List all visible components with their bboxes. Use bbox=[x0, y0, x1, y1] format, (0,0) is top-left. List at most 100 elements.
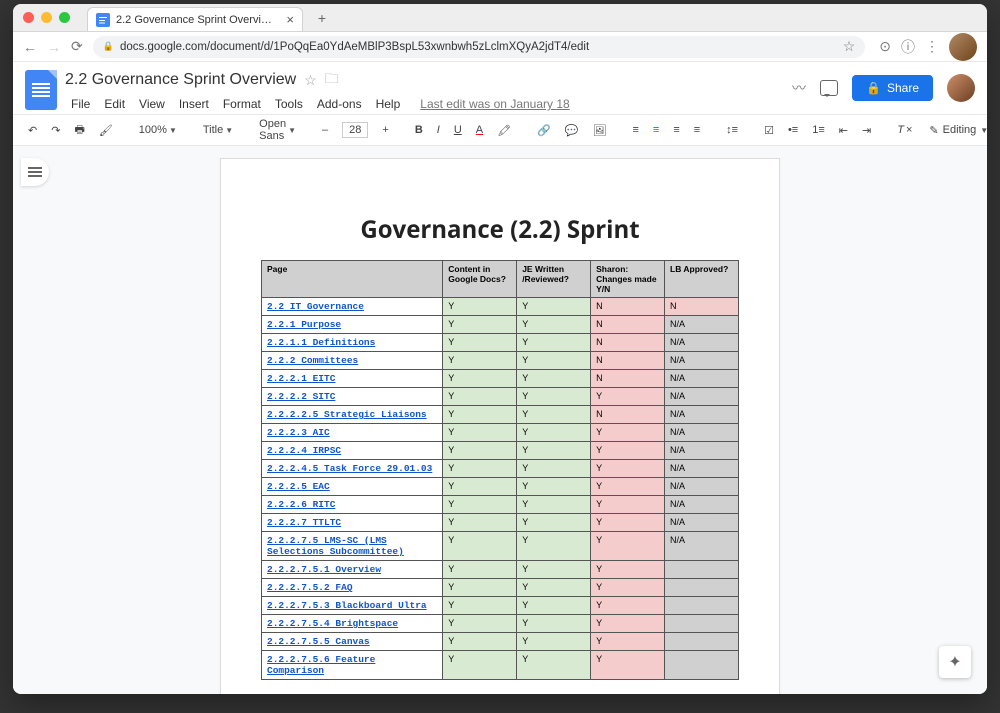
numbered-list-button[interactable]: 1≡ bbox=[807, 121, 830, 139]
align-right-button[interactable]: ≡ bbox=[668, 121, 684, 139]
page-link[interactable]: 2.2.2.4 IRPSC bbox=[267, 445, 341, 456]
comment-icon[interactable] bbox=[820, 80, 838, 96]
docs-avatar[interactable] bbox=[947, 74, 975, 102]
menu-file[interactable]: File bbox=[65, 94, 96, 114]
url-input[interactable]: 🔒 docs.google.com/document/d/1PoQqEa0YdA… bbox=[93, 36, 866, 58]
reload-icon[interactable]: ⟳ bbox=[71, 38, 83, 55]
italic-button[interactable]: I bbox=[432, 121, 445, 139]
page-link[interactable]: 2.2.2.7.5.5 Canvas bbox=[267, 636, 370, 647]
page-link[interactable]: 2.2.2.5 EAC bbox=[267, 481, 330, 492]
cell-je: Y bbox=[517, 615, 591, 633]
close-window-icon[interactable] bbox=[23, 12, 34, 23]
doc-title[interactable]: 2.2 Governance Sprint Overview bbox=[65, 71, 296, 89]
align-justify-button[interactable]: ≡ bbox=[689, 121, 705, 139]
cell-content: Y bbox=[443, 298, 517, 316]
menu-insert[interactable]: Insert bbox=[173, 94, 215, 114]
activity-icon[interactable]: 〰 bbox=[792, 78, 806, 98]
paint-format-button[interactable]: 🖌 bbox=[94, 121, 118, 140]
menu-tools[interactable]: Tools bbox=[269, 94, 309, 114]
doc-heading[interactable]: Governance (2.2) Sprint bbox=[261, 213, 739, 246]
cell-content: Y bbox=[443, 514, 517, 532]
page-link[interactable]: 2.2.2.3 AIC bbox=[267, 427, 330, 438]
page-link[interactable]: 2.2.2.7.5 LMS-SC (LMS Selections Subcomm… bbox=[267, 535, 404, 557]
page-link[interactable]: 2.2.2 Committees bbox=[267, 355, 358, 366]
cell-sharon: N bbox=[591, 334, 665, 352]
browser-avatar[interactable] bbox=[949, 33, 977, 61]
document-canvas[interactable]: Governance (2.2) Sprint PageContent in G… bbox=[13, 146, 987, 694]
text-color-button[interactable]: A bbox=[471, 121, 488, 139]
menu-add-ons[interactable]: Add-ons bbox=[311, 94, 368, 114]
page-link[interactable]: 2.2.2.1 EITC bbox=[267, 373, 335, 384]
last-edit-link[interactable]: Last edit was on January 18 bbox=[414, 94, 575, 114]
docs-logo-icon[interactable] bbox=[25, 70, 57, 110]
cell-lb: N/A bbox=[665, 316, 739, 334]
zoom-select[interactable]: 100% ▼ bbox=[134, 121, 182, 139]
redo-button[interactable]: ↷ bbox=[46, 121, 65, 140]
checklist-button[interactable]: ☑ bbox=[759, 121, 779, 140]
close-tab-icon[interactable]: × bbox=[286, 12, 294, 27]
underline-button[interactable]: U bbox=[449, 121, 467, 139]
table-row: 2.2.1 PurposeYYNN/A bbox=[262, 316, 739, 334]
undo-button[interactable]: ↶ bbox=[23, 121, 42, 140]
font-size-input[interactable]: 28 bbox=[337, 119, 373, 141]
mode-select[interactable]: ✎ Editing ▼ bbox=[921, 120, 987, 141]
bold-button[interactable]: B bbox=[410, 121, 428, 139]
cell-content: Y bbox=[443, 442, 517, 460]
minimize-window-icon[interactable] bbox=[41, 12, 52, 23]
extension-icon[interactable]: ⊙ bbox=[879, 38, 891, 55]
outdent-button[interactable]: ⇤ bbox=[834, 121, 853, 140]
sprint-table[interactable]: PageContent in Google Docs?JE Written /R… bbox=[261, 260, 739, 680]
page-link[interactable]: 2.2.1.1 Definitions bbox=[267, 337, 375, 348]
page-link[interactable]: 2.2.2.4.5 Task Force 29.01.03 bbox=[267, 463, 432, 474]
page-link[interactable]: 2.2.2.2 SITC bbox=[267, 391, 335, 402]
menu-edit[interactable]: Edit bbox=[98, 94, 131, 114]
page-link[interactable]: 2.2.2.7.5.6 Feature Comparison bbox=[267, 654, 375, 676]
bulleted-list-button[interactable]: •≡ bbox=[783, 121, 803, 139]
font-select[interactable]: Open Sans ▼ bbox=[254, 115, 301, 145]
back-icon[interactable]: ← bbox=[23, 39, 37, 55]
outline-toggle-button[interactable] bbox=[21, 158, 49, 186]
page-link[interactable]: 2.2.2.7 TTLTC bbox=[267, 517, 341, 528]
indent-button[interactable]: ⇥ bbox=[857, 121, 876, 140]
print-button[interactable]: 🖶 bbox=[69, 118, 89, 143]
new-tab-button[interactable]: + bbox=[318, 10, 326, 26]
info-icon[interactable]: ⓘ bbox=[901, 37, 915, 57]
share-button[interactable]: 🔒 Share bbox=[852, 75, 933, 101]
menu-view[interactable]: View bbox=[133, 94, 171, 114]
cell-je: Y bbox=[517, 370, 591, 388]
add-comment-button[interactable]: 💬 bbox=[560, 121, 584, 140]
menu-format[interactable]: Format bbox=[217, 94, 267, 114]
page-link[interactable]: 2.2.2.7.5.3 Blackboard Ultra bbox=[267, 600, 427, 611]
line-spacing-button[interactable]: ↕≡ bbox=[721, 121, 743, 139]
share-label: Share bbox=[887, 81, 919, 95]
document-page[interactable]: Governance (2.2) Sprint PageContent in G… bbox=[220, 158, 780, 694]
insert-image-button[interactable]: 🖼 bbox=[588, 121, 612, 140]
explore-button[interactable]: ✦ bbox=[939, 646, 971, 678]
page-link[interactable]: 2.2 IT Governance bbox=[267, 301, 364, 312]
maximize-window-icon[interactable] bbox=[59, 12, 70, 23]
link-button[interactable]: 🔗 bbox=[532, 121, 556, 140]
align-left-button[interactable]: ≡ bbox=[627, 121, 643, 139]
font-decrement[interactable]: – bbox=[317, 121, 333, 139]
star-icon[interactable]: ☆ bbox=[304, 72, 317, 89]
highlight-button[interactable]: 🖍 bbox=[492, 121, 516, 140]
page-link[interactable]: 2.2.2.2.5 Strategic Liaisons bbox=[267, 409, 427, 420]
font-increment[interactable]: + bbox=[377, 121, 393, 139]
forward-icon[interactable]: → bbox=[47, 39, 61, 55]
align-center-button[interactable]: ≡ bbox=[648, 121, 664, 139]
page-link[interactable]: 2.2.2.6 RITC bbox=[267, 499, 335, 510]
table-row: 2.2.2.7 TTLTCYYYN/A bbox=[262, 514, 739, 532]
cell-content: Y bbox=[443, 615, 517, 633]
star-bookmark-icon[interactable]: ☆ bbox=[843, 38, 856, 55]
page-link[interactable]: 2.2.1 Purpose bbox=[267, 319, 341, 330]
clear-format-button[interactable]: T× bbox=[892, 121, 917, 139]
page-link[interactable]: 2.2.2.7.5.1 Overview bbox=[267, 564, 381, 575]
style-select[interactable]: Title ▼ bbox=[198, 121, 238, 139]
more-icon[interactable]: ⋮ bbox=[925, 38, 939, 55]
cell-sharon: Y bbox=[591, 424, 665, 442]
menu-help[interactable]: Help bbox=[370, 94, 407, 114]
browser-tab[interactable]: 2.2 Governance Sprint Overvi… × bbox=[87, 7, 303, 31]
page-link[interactable]: 2.2.2.7.5.2 FAQ bbox=[267, 582, 353, 593]
move-folder-icon[interactable]: 🗀 bbox=[325, 68, 339, 92]
page-link[interactable]: 2.2.2.7.5.4 Brightspace bbox=[267, 618, 398, 629]
